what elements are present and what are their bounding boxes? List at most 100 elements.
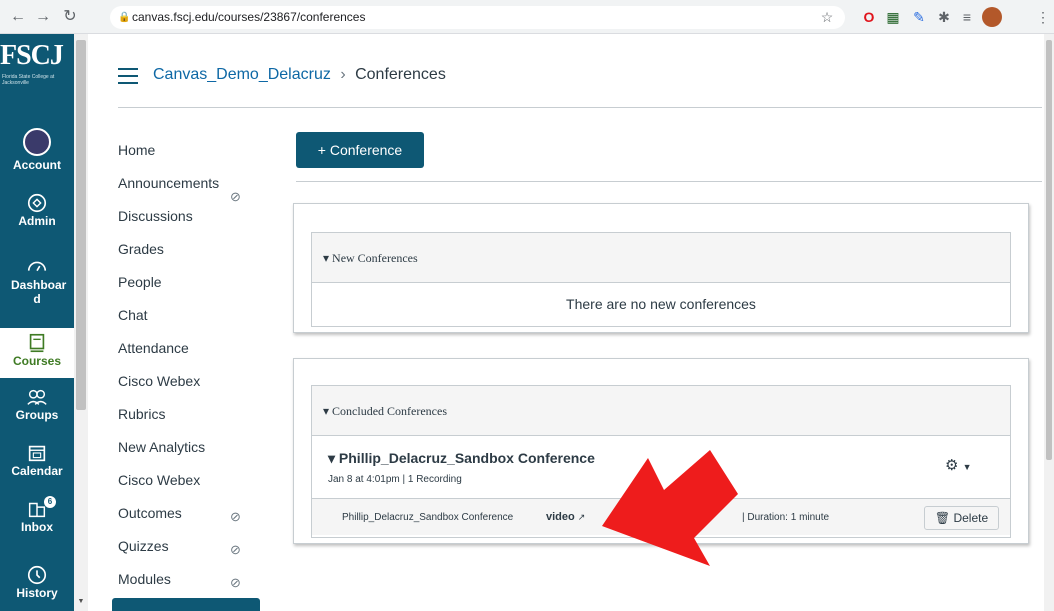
recording-duration: | Duration: 1 minute bbox=[742, 512, 830, 523]
global-navigation: FSCJ Florida State College at Jacksonvil… bbox=[0, 34, 74, 611]
scroll-down-arrow-icon[interactable]: ▼ bbox=[76, 598, 86, 608]
course-nav-item[interactable]: Rubrics bbox=[118, 404, 268, 437]
breadcrumb-separator: › bbox=[340, 66, 346, 83]
course-nav-label: Cisco Webex bbox=[118, 472, 201, 488]
nav-dashboard-label: Dashboar d bbox=[11, 278, 67, 306]
address-bar[interactable]: 🔒 canvas.fscj.edu/courses/23867/conferen… bbox=[110, 6, 845, 29]
hidden-eye-icon: ⊘ bbox=[230, 542, 241, 557]
external-link-icon: ↗ bbox=[577, 512, 586, 522]
nav-inbox[interactable]: 6 Inbox bbox=[0, 496, 74, 534]
fscj-logo[interactable]: FSCJ Florida State College at Jacksonvil… bbox=[0, 38, 74, 94]
lock-icon: 🔒 bbox=[118, 12, 131, 23]
delete-label: Delete bbox=[953, 511, 989, 525]
add-conference-button[interactable]: + Conference bbox=[296, 132, 424, 168]
calendar-icon bbox=[28, 445, 46, 462]
course-nav-item[interactable]: Cisco Webex bbox=[118, 371, 268, 404]
new-conferences-panel: ▾ New Conferences There are no new confe… bbox=[293, 203, 1029, 333]
breadcrumb-current-page: Conferences bbox=[355, 66, 446, 83]
avatar-icon bbox=[23, 128, 51, 156]
book-icon bbox=[29, 333, 45, 353]
conference-title[interactable]: ▾ Phillip_Delacruz_Sandbox Conference bbox=[328, 450, 595, 467]
hidden-eye-icon: ⊘ bbox=[230, 509, 241, 524]
opera-extension-icon[interactable]: O bbox=[860, 8, 878, 26]
qr-extension-icon[interactable]: ▦ bbox=[884, 8, 902, 26]
nav-history[interactable]: History bbox=[0, 564, 74, 600]
chevron-down-icon: ▼ bbox=[962, 462, 972, 472]
video-link-label: video bbox=[546, 511, 575, 523]
back-arrow-icon[interactable]: ← bbox=[8, 7, 28, 27]
new-conferences-body: There are no new conferences bbox=[311, 283, 1011, 327]
puzzle-extension-icon[interactable]: ✱ bbox=[935, 8, 953, 26]
course-nav-label: Quizzes bbox=[118, 538, 169, 554]
pen-extension-icon[interactable]: ✎ bbox=[910, 8, 928, 26]
forward-arrow-icon[interactable]: → bbox=[33, 7, 53, 27]
course-nav-label: Modules bbox=[118, 571, 171, 587]
recording-name: Phillip_Delacruz_Sandbox Conference bbox=[342, 512, 514, 523]
course-nav-label: New Analytics bbox=[118, 439, 206, 455]
page-scrollbar-thumb[interactable] bbox=[1046, 40, 1052, 460]
course-nav-item[interactable]: New Analytics bbox=[118, 437, 268, 470]
course-nav-item[interactable]: Cisco Webex bbox=[118, 470, 268, 503]
nav-scrollbar-thumb[interactable] bbox=[76, 40, 86, 410]
nav-inbox-label: Inbox bbox=[21, 520, 53, 534]
nav-admin[interactable]: Admin bbox=[0, 192, 74, 228]
reload-icon[interactable]: ↻ bbox=[60, 7, 80, 27]
course-nav-item[interactable]: Outcomes ⊘ bbox=[118, 503, 268, 536]
dashboard-icon bbox=[27, 261, 47, 272]
course-nav-label: Outcomes bbox=[118, 505, 182, 521]
toolbar-divider bbox=[296, 181, 1042, 182]
profile-avatar-icon[interactable] bbox=[982, 7, 1002, 27]
shield-icon bbox=[27, 193, 47, 213]
conference-meta: Jan 8 at 4:01pm | 1 Recording bbox=[328, 474, 462, 485]
nav-account[interactable]: Account bbox=[0, 128, 74, 172]
new-conferences-header[interactable]: ▾ New Conferences bbox=[311, 232, 1011, 283]
nav-account-label: Account bbox=[13, 158, 61, 172]
course-nav-item[interactable]: Quizzes ⊘ bbox=[118, 536, 268, 569]
breadcrumb-course-link[interactable]: Canvas_Demo_Delacruz bbox=[153, 66, 331, 83]
course-navigation: Home Announcements ⊘ Discussions Grades Peopl… bbox=[118, 140, 268, 602]
course-nav-item[interactable]: People bbox=[118, 272, 268, 305]
nav-calendar[interactable]: Calendar bbox=[0, 442, 74, 478]
course-nav-active-item[interactable] bbox=[112, 598, 260, 611]
course-nav-label: Announcements bbox=[118, 175, 220, 191]
nav-groups-label: Groups bbox=[15, 408, 59, 422]
reading-list-icon[interactable]: ≡ bbox=[958, 8, 976, 26]
course-nav-label: Cisco Webex bbox=[118, 373, 201, 389]
empty-message: There are no new conferences bbox=[566, 296, 756, 312]
nav-calendar-label: Calendar bbox=[11, 464, 63, 478]
hamburger-line bbox=[118, 82, 138, 84]
nav-history-label: History bbox=[16, 586, 58, 600]
course-nav-label: Attendance bbox=[118, 340, 189, 356]
nav-courses-label: Courses bbox=[12, 354, 62, 368]
inbox-badge: 6 bbox=[44, 496, 56, 508]
course-nav-item[interactable]: Chat bbox=[118, 305, 268, 338]
course-nav-item[interactable]: Attendance bbox=[118, 338, 268, 371]
header-divider bbox=[118, 107, 1042, 108]
hamburger-line bbox=[118, 75, 138, 77]
menu-dots-icon[interactable]: ⋮ bbox=[1034, 8, 1052, 26]
red-arrow-annotation bbox=[602, 450, 738, 566]
recording-video-link[interactable]: video ↗ bbox=[546, 511, 585, 523]
hamburger-line bbox=[118, 68, 138, 70]
course-nav-item[interactable]: Discussions bbox=[118, 206, 268, 239]
clock-icon bbox=[27, 565, 47, 585]
bookmark-star-icon[interactable]: ☆ bbox=[818, 8, 836, 26]
settings-gear-icon[interactable]: ⚙ ▼ bbox=[945, 456, 972, 474]
delete-recording-button[interactable]: 🗑 Delete bbox=[924, 506, 999, 530]
course-nav-label: People bbox=[118, 274, 162, 290]
course-menu-toggle[interactable] bbox=[118, 68, 138, 84]
nav-dashboard[interactable]: Dashboar d bbox=[0, 256, 74, 306]
concluded-conferences-header[interactable]: ▾ Concluded Conferences bbox=[311, 385, 1011, 436]
logo-text: FSCJ bbox=[0, 40, 64, 71]
nav-courses[interactable]: Courses bbox=[0, 328, 74, 378]
course-nav-item[interactable]: Home bbox=[118, 140, 268, 173]
groups-icon bbox=[27, 389, 47, 405]
nav-admin-label: Admin bbox=[18, 214, 56, 228]
logo-subtitle: Florida State College at Jacksonville bbox=[2, 74, 55, 86]
nav-groups[interactable]: Groups bbox=[0, 386, 74, 422]
course-nav-item[interactable]: Grades bbox=[118, 239, 268, 272]
url-text: canvas.fscj.edu/courses/23867/conference… bbox=[132, 10, 366, 24]
course-nav-label: Home bbox=[118, 142, 156, 158]
course-nav-item[interactable]: Announcements ⊘ bbox=[118, 173, 268, 206]
hidden-eye-icon: ⊘ bbox=[230, 189, 241, 204]
